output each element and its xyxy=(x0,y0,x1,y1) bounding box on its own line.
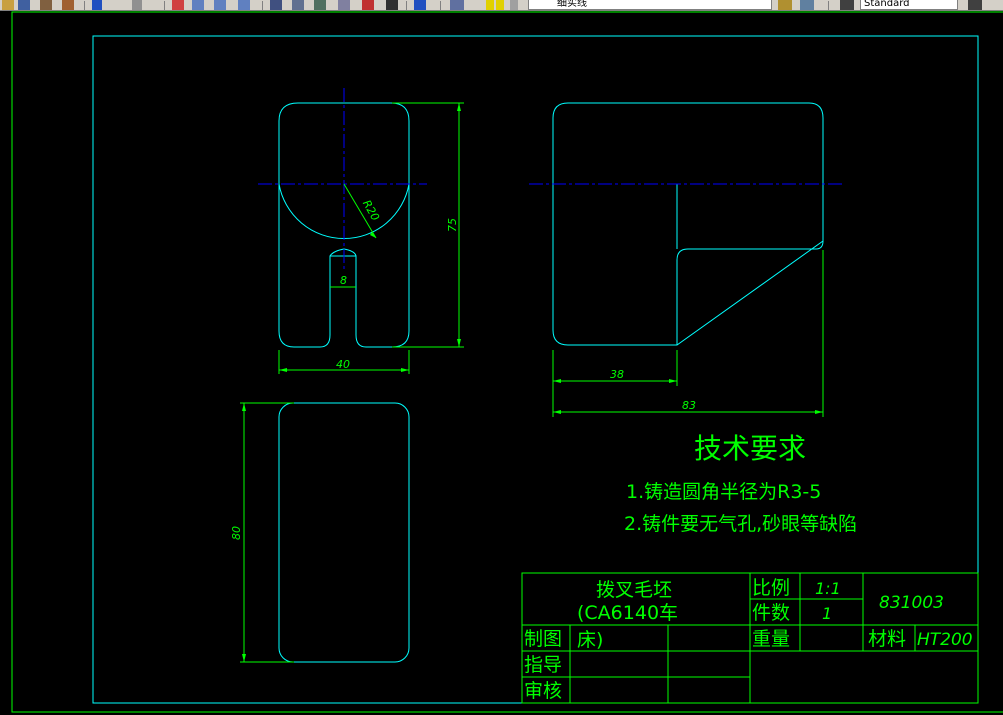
text-style-dropdown[interactable]: Standard xyxy=(860,0,958,10)
dimension-front-height: 75 xyxy=(446,218,459,232)
open-icon[interactable] xyxy=(2,0,14,10)
properties-icon[interactable] xyxy=(270,0,282,10)
material-label: 材料 xyxy=(868,628,906,650)
weight-label: 重量 xyxy=(752,628,790,650)
layer-states-icon[interactable] xyxy=(778,0,792,10)
review-label: 审核 xyxy=(524,680,562,702)
front-view: R20 8 40 75 xyxy=(258,88,464,374)
toolbar-separator xyxy=(164,1,165,10)
save-icon[interactable] xyxy=(18,0,30,10)
part-name-line-2: (CA6140车 xyxy=(577,602,678,624)
technical-requirements: 技术要求 1.铸造圆角半径为R3-5 2.铸件要无气孔,砂眼等缺陷 xyxy=(624,432,857,535)
undo-icon[interactable] xyxy=(92,0,102,10)
toolbar-separator xyxy=(406,1,407,10)
layer-value: 细实线 xyxy=(557,0,587,9)
guide-label: 指导 xyxy=(524,654,562,676)
top-view: 80 xyxy=(230,402,410,663)
design-center-icon[interactable] xyxy=(292,0,304,10)
side-view: 38 83 xyxy=(529,102,843,417)
side-view-outline xyxy=(552,102,824,346)
part-name-line-1: 拨叉毛坯 xyxy=(596,579,672,601)
layer-dropdown[interactable]: 细实线 xyxy=(528,0,772,10)
lock-icon[interactable] xyxy=(510,0,518,10)
text-style-value: Standard xyxy=(864,0,910,9)
part-name-line-3: 床) xyxy=(577,629,603,651)
help-icon[interactable] xyxy=(414,0,426,10)
material-value: HT200 xyxy=(917,630,973,650)
layer-manager-icon[interactable] xyxy=(450,0,464,10)
tech-line-1: 1.铸造圆角半径为R3-5 xyxy=(626,481,821,503)
matchprop-icon[interactable] xyxy=(62,0,74,10)
dimension-style-icon[interactable] xyxy=(968,0,982,10)
scale-label: 比例 xyxy=(752,577,790,599)
redo-icon[interactable] xyxy=(132,0,142,10)
dimension-front-width: 40 xyxy=(336,358,350,371)
quantity-label: 件数 xyxy=(752,602,790,624)
front-view-fillet xyxy=(329,248,357,257)
quantity-value: 1 xyxy=(822,604,832,623)
sun-icon[interactable] xyxy=(496,0,504,10)
scale-value: 1:1 xyxy=(815,579,841,598)
zoom-window-icon[interactable] xyxy=(214,0,226,10)
toolbar-separator xyxy=(440,1,441,10)
tech-title: 技术要求 xyxy=(694,432,806,465)
dimension-slot-width: 8 xyxy=(340,274,347,287)
pan-icon[interactable] xyxy=(172,0,184,10)
toolbar-separator xyxy=(828,1,829,10)
drawing-number: 831003 xyxy=(879,593,944,613)
toolbar-separator xyxy=(262,1,263,10)
sheet-set-icon[interactable] xyxy=(338,0,350,10)
drawing-frame xyxy=(92,35,979,704)
dimension-radius: R20 xyxy=(360,198,382,223)
calculator-icon[interactable] xyxy=(386,0,398,10)
markup-icon[interactable] xyxy=(362,0,374,10)
tool-palettes-icon[interactable] xyxy=(314,0,326,10)
top-view-outline xyxy=(278,402,410,663)
print-icon[interactable] xyxy=(40,0,52,10)
layer-previous-icon[interactable] xyxy=(800,0,814,10)
toolbar-separator xyxy=(84,1,85,10)
dimension-top-height: 80 xyxy=(230,526,243,540)
dimension-side-width: 83 xyxy=(682,399,696,412)
bulb-icon[interactable] xyxy=(486,0,494,10)
title-block-text: 拨叉毛坯 (CA6140车 床) 比例 1:1 件数 1 重量 831003 材… xyxy=(524,577,973,702)
tech-line-2: 2.铸件要无气孔,砂眼等缺陷 xyxy=(624,513,857,535)
zoom-realtime-icon[interactable] xyxy=(192,0,204,10)
cad-drawing-canvas[interactable]: R20 8 40 75 38 83 80 技术要求 1.铸造圆角半径为R3-5 … xyxy=(0,10,1003,715)
dimension-side-offset: 38 xyxy=(610,368,624,381)
zoom-previous-icon[interactable] xyxy=(238,0,250,10)
text-style-icon[interactable] xyxy=(840,0,854,10)
sheet-border xyxy=(11,11,1003,713)
drawn-by-label: 制图 xyxy=(524,628,562,650)
